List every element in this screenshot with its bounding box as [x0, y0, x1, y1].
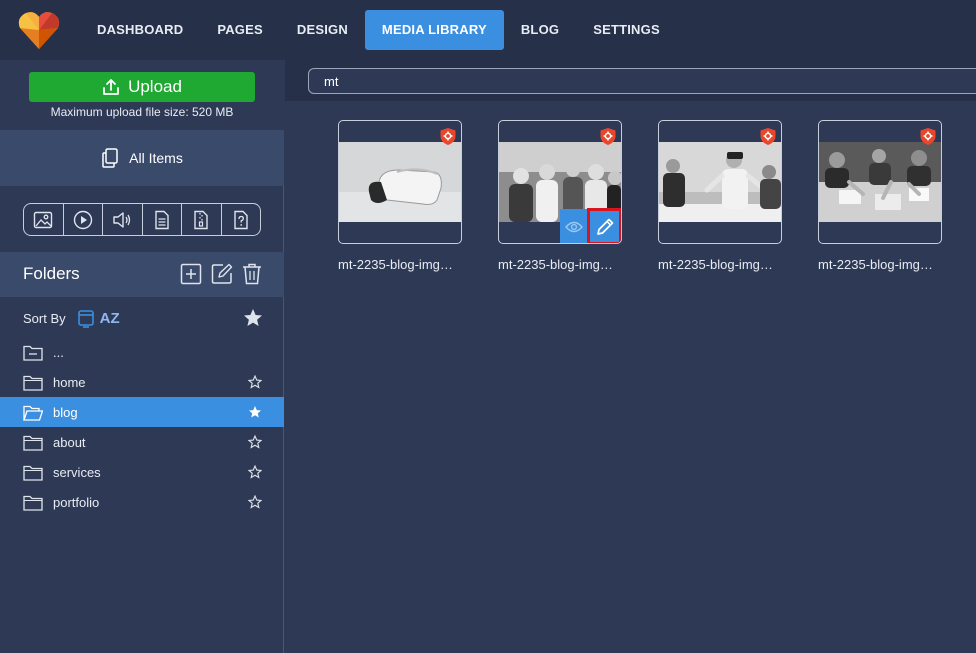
media-thumbnail	[659, 142, 781, 222]
sort-by-control: Sort By AZ	[23, 307, 263, 329]
pencil-icon	[596, 218, 613, 235]
media-card[interactable]	[658, 120, 782, 244]
type-filter-group	[23, 203, 261, 236]
sort-calendar-icon[interactable]	[77, 308, 94, 328]
all-items-label: All Items	[129, 150, 183, 166]
folder-item-about[interactable]: about	[0, 427, 284, 457]
video-filter-icon[interactable]	[64, 204, 103, 235]
upload-icon	[103, 79, 119, 95]
audio-filter-icon[interactable]	[103, 204, 143, 235]
upload-section: Upload Maximum upload file size: 520 MB	[0, 60, 284, 130]
shield-badge-icon	[440, 128, 456, 145]
archive-filter-icon[interactable]	[182, 204, 222, 235]
sort-az-toggle[interactable]: AZ	[100, 310, 120, 327]
media-filename: mt-2235-blog-img…	[338, 257, 453, 272]
star-outline-icon[interactable]	[248, 375, 262, 389]
nav-design[interactable]: DESIGN	[280, 10, 365, 50]
folder-icon	[23, 375, 43, 391]
shield-badge-icon	[760, 128, 776, 145]
folder-item-parent[interactable]: ...	[0, 337, 284, 367]
delete-folder-icon[interactable]	[242, 263, 262, 285]
folder-item-services[interactable]: services	[0, 457, 284, 487]
edit-button[interactable]	[587, 208, 621, 243]
folder-icon	[23, 495, 43, 511]
all-items-button[interactable]: All Items	[0, 130, 284, 186]
media-main-panel: mt-2235-blog-img… mt-2235-blog-img…	[285, 60, 976, 653]
star-outline-icon[interactable]	[248, 435, 262, 449]
folders-header: Folders	[0, 252, 284, 297]
shield-badge-icon	[920, 128, 936, 145]
nav-pages[interactable]: PAGES	[200, 10, 280, 50]
folder-icon	[23, 465, 43, 481]
star-outline-icon[interactable]	[248, 465, 262, 479]
folder-actions	[180, 263, 262, 285]
star-outline-icon[interactable]	[248, 495, 262, 509]
nav-dashboard[interactable]: DASHBOARD	[80, 10, 200, 50]
search-bar	[285, 60, 976, 101]
add-folder-icon[interactable]	[180, 263, 202, 285]
nav-media-library[interactable]: MEDIA LIBRARY	[364, 10, 504, 50]
app-logo[interactable]	[18, 10, 60, 50]
media-filename: mt-2235-blog-img…	[498, 257, 613, 272]
upload-button[interactable]: Upload	[29, 72, 255, 102]
open-folder-icon	[23, 405, 43, 421]
media-thumbnail	[339, 142, 461, 222]
sidebar: Upload Maximum upload file size: 520 MB …	[0, 60, 284, 653]
unknown-filter-icon[interactable]	[222, 204, 261, 235]
media-card[interactable]	[338, 120, 462, 244]
shield-badge-icon	[600, 128, 616, 145]
search-input[interactable]	[308, 68, 976, 94]
sort-by-label: Sort By	[23, 310, 66, 326]
folder-item-portfolio[interactable]: portfolio	[0, 487, 284, 517]
media-filename: mt-2235-blog-img…	[818, 257, 933, 272]
view-button[interactable]	[560, 209, 588, 243]
nav-settings[interactable]: SETTINGS	[576, 10, 677, 50]
eye-icon	[565, 221, 583, 232]
image-filter-icon[interactable]	[24, 204, 64, 235]
upload-size-note: Maximum upload file size: 520 MB	[50, 105, 234, 119]
folder-name: ...	[53, 345, 64, 360]
document-filter-icon[interactable]	[143, 204, 182, 235]
copy-icon	[102, 148, 118, 168]
folder-name: services	[53, 465, 101, 480]
folder-item-home[interactable]: home	[0, 367, 284, 397]
star-filled-icon[interactable]	[248, 405, 262, 419]
favorites-star-icon[interactable]	[243, 308, 263, 328]
main-nav: DASHBOARD PAGES DESIGN MEDIA LIBRARY BLO…	[80, 10, 677, 50]
media-filename: mt-2235-blog-img…	[658, 257, 773, 272]
folder-item-blog[interactable]: blog	[0, 397, 284, 427]
folder-name: home	[53, 375, 86, 390]
top-navbar: DASHBOARD PAGES DESIGN MEDIA LIBRARY BLO…	[0, 0, 976, 60]
media-thumbnail	[819, 142, 941, 222]
folder-name: blog	[53, 405, 78, 420]
folders-title: Folders	[23, 264, 80, 283]
nav-blog[interactable]: BLOG	[504, 10, 576, 50]
edit-folder-icon[interactable]	[211, 263, 233, 285]
folder-name: portfolio	[53, 495, 100, 510]
folder-name: about	[53, 435, 86, 450]
folder-icon	[23, 435, 43, 451]
parent-folder-icon	[23, 345, 43, 361]
media-card[interactable]	[818, 120, 942, 244]
folder-list: ... home blog about services portfolio	[0, 337, 284, 517]
media-card[interactable]	[498, 120, 622, 244]
upload-label: Upload	[128, 77, 182, 96]
